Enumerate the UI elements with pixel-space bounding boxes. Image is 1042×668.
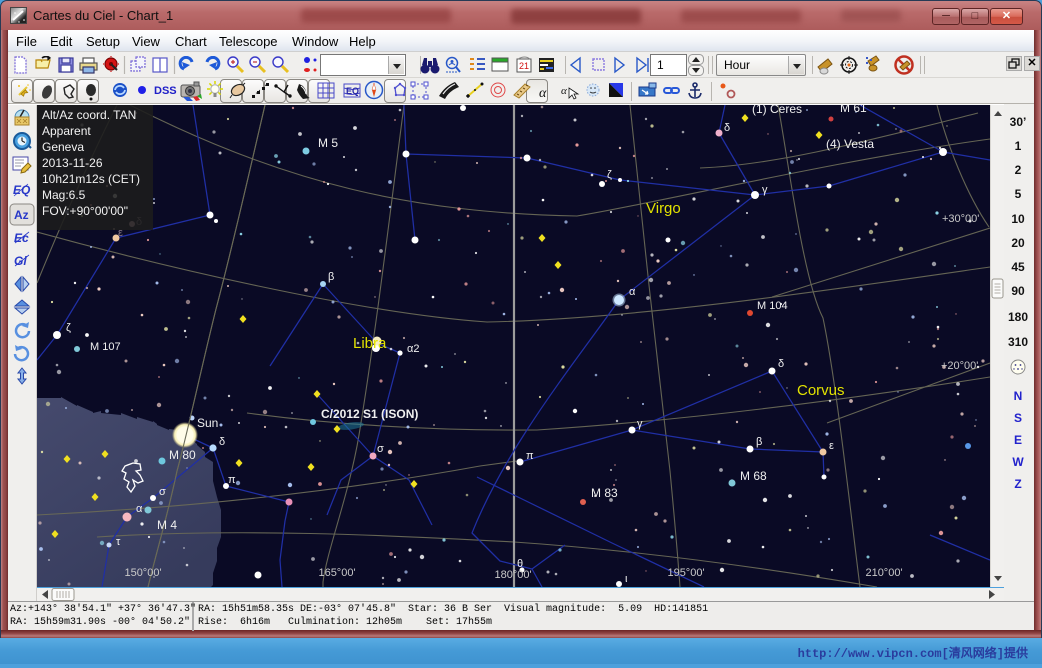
svg-text:10h21m12s (CET): 10h21m12s (CET) [42,172,140,186]
svg-text:σ: σ [159,486,166,498]
svg-text:2013-11-26: 2013-11-26 [42,156,103,170]
svg-text:M 5: M 5 [318,136,338,150]
svg-text:+20°00': +20°00' [941,360,978,372]
svg-text:Virgo: Virgo [646,200,681,217]
svg-text:Libra: Libra [353,335,387,352]
svg-text:180°00': 180°00' [494,569,531,581]
svg-text:Geneva: Geneva [42,140,84,154]
svg-text:ζ: ζ [607,169,612,181]
svg-text:M 61: M 61 [840,105,867,115]
svg-text:β: β [328,271,334,283]
svg-text:Corvus: Corvus [797,382,845,399]
svg-text:τ: τ [116,536,121,548]
svg-text:210°00': 210°00' [865,567,902,579]
svg-text:δ: δ [724,122,730,134]
svg-text:α: α [539,86,547,101]
svg-text:Az: Az [14,208,29,222]
svg-text:α: α [561,85,567,97]
svg-text:Mag:6.5: Mag:6.5 [42,188,86,202]
svg-text:γ: γ [762,184,768,196]
svg-text:π: π [526,450,534,462]
svg-text:π: π [228,474,236,486]
svg-text:α2: α2 [407,343,419,355]
svg-text:(4) Vesta: (4) Vesta [826,137,874,151]
svg-text:M 107: M 107 [90,341,121,353]
svg-text:σ: σ [377,443,384,455]
svg-text:M 104: M 104 [757,300,788,312]
svg-text:C/2012 S1 (ISON): C/2012 S1 (ISON) [321,407,418,421]
svg-text:21: 21 [519,61,529,71]
svg-text:Alt/Az coord. TAN: Alt/Az coord. TAN [42,108,136,122]
svg-text:γ: γ [637,418,643,430]
svg-text:M 80: M 80 [169,448,196,462]
svg-text:EQ: EQ [346,86,359,96]
svg-text:Apparent: Apparent [42,124,91,138]
svg-text:165°00': 165°00' [318,567,355,579]
svg-text:β: β [756,436,762,448]
svg-text:FOV:+90°00'00": FOV:+90°00'00" [42,204,128,218]
svg-text:+30°00': +30°00' [942,213,979,225]
svg-text:ζ: ζ [66,322,71,334]
svg-text:α: α [629,286,636,298]
svg-text:DSS: DSS [154,85,177,97]
svg-text:195°00': 195°00' [667,567,704,579]
svg-text:M 4: M 4 [157,518,177,532]
svg-text:M 83: M 83 [591,486,618,500]
svg-text:δ: δ [219,436,225,448]
svg-text:ε: ε [829,440,834,452]
svg-text:δ: δ [778,358,784,370]
svg-text:150°00': 150°00' [124,567,161,579]
svg-text:Sun: Sun [197,416,218,430]
svg-text:α: α [136,503,143,515]
svg-text:M 68: M 68 [740,469,767,483]
svg-text:Gl: Gl [14,254,27,268]
svg-text:(1) Ceres: (1) Ceres [752,105,802,116]
